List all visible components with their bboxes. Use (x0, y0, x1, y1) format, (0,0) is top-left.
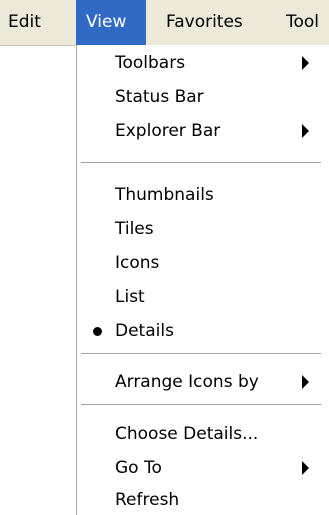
menu-item-label: Tiles (115, 219, 154, 239)
menu-favorites[interactable]: Favorites (166, 0, 243, 45)
submenu-arrow-icon (302, 375, 309, 389)
submenu-arrow-icon (302, 461, 309, 475)
view-menu-dropdown: Toolbars Status Bar Explorer Bar Thumbna… (76, 45, 329, 515)
menu-item-label: Arrange Icons by (115, 372, 259, 392)
menu-item-refresh[interactable]: Refresh (77, 482, 329, 515)
menu-item-label: Thumbnails (115, 185, 214, 205)
menu-item-label: List (115, 287, 145, 307)
menu-item-details[interactable]: Details (77, 313, 329, 349)
explorer-window: Edit View Favorites Tool Toolbars Status… (0, 0, 329, 515)
submenu-arrow-icon (302, 56, 309, 70)
menu-item-label: Refresh (115, 490, 180, 510)
menu-separator (81, 162, 321, 164)
menu-item-choose-details[interactable]: Choose Details... (77, 416, 329, 452)
menu-separator (81, 404, 321, 406)
radio-bullet-icon (93, 327, 102, 336)
menu-item-arrange-icons-by[interactable]: Arrange Icons by (77, 364, 329, 400)
menu-item-thumbnails[interactable]: Thumbnails (77, 177, 329, 213)
menu-item-label: Toolbars (115, 53, 186, 73)
menu-item-explorer-bar[interactable]: Explorer Bar (77, 113, 329, 149)
menu-edit[interactable]: Edit (8, 0, 41, 45)
menu-item-icons[interactable]: Icons (77, 245, 329, 281)
menu-item-label: Status Bar (115, 87, 204, 107)
window-content (0, 46, 76, 515)
submenu-arrow-icon (302, 124, 309, 138)
menu-item-label: Explorer Bar (115, 121, 221, 141)
menu-bar: Edit View Favorites Tool (0, 0, 329, 46)
menu-item-label: Icons (115, 253, 160, 273)
menu-item-toolbars[interactable]: Toolbars (77, 45, 329, 81)
menu-item-go-to[interactable]: Go To (77, 450, 329, 486)
menu-item-tiles[interactable]: Tiles (77, 211, 329, 247)
menu-view[interactable]: View (76, 0, 146, 45)
menu-item-label: Go To (115, 458, 162, 478)
menu-item-label: Choose Details... (115, 424, 259, 444)
menu-item-label: Details (115, 321, 174, 341)
menu-item-list[interactable]: List (77, 279, 329, 315)
menu-tools[interactable]: Tool (286, 0, 319, 45)
menu-separator (81, 353, 321, 355)
menu-item-status-bar[interactable]: Status Bar (77, 79, 329, 115)
